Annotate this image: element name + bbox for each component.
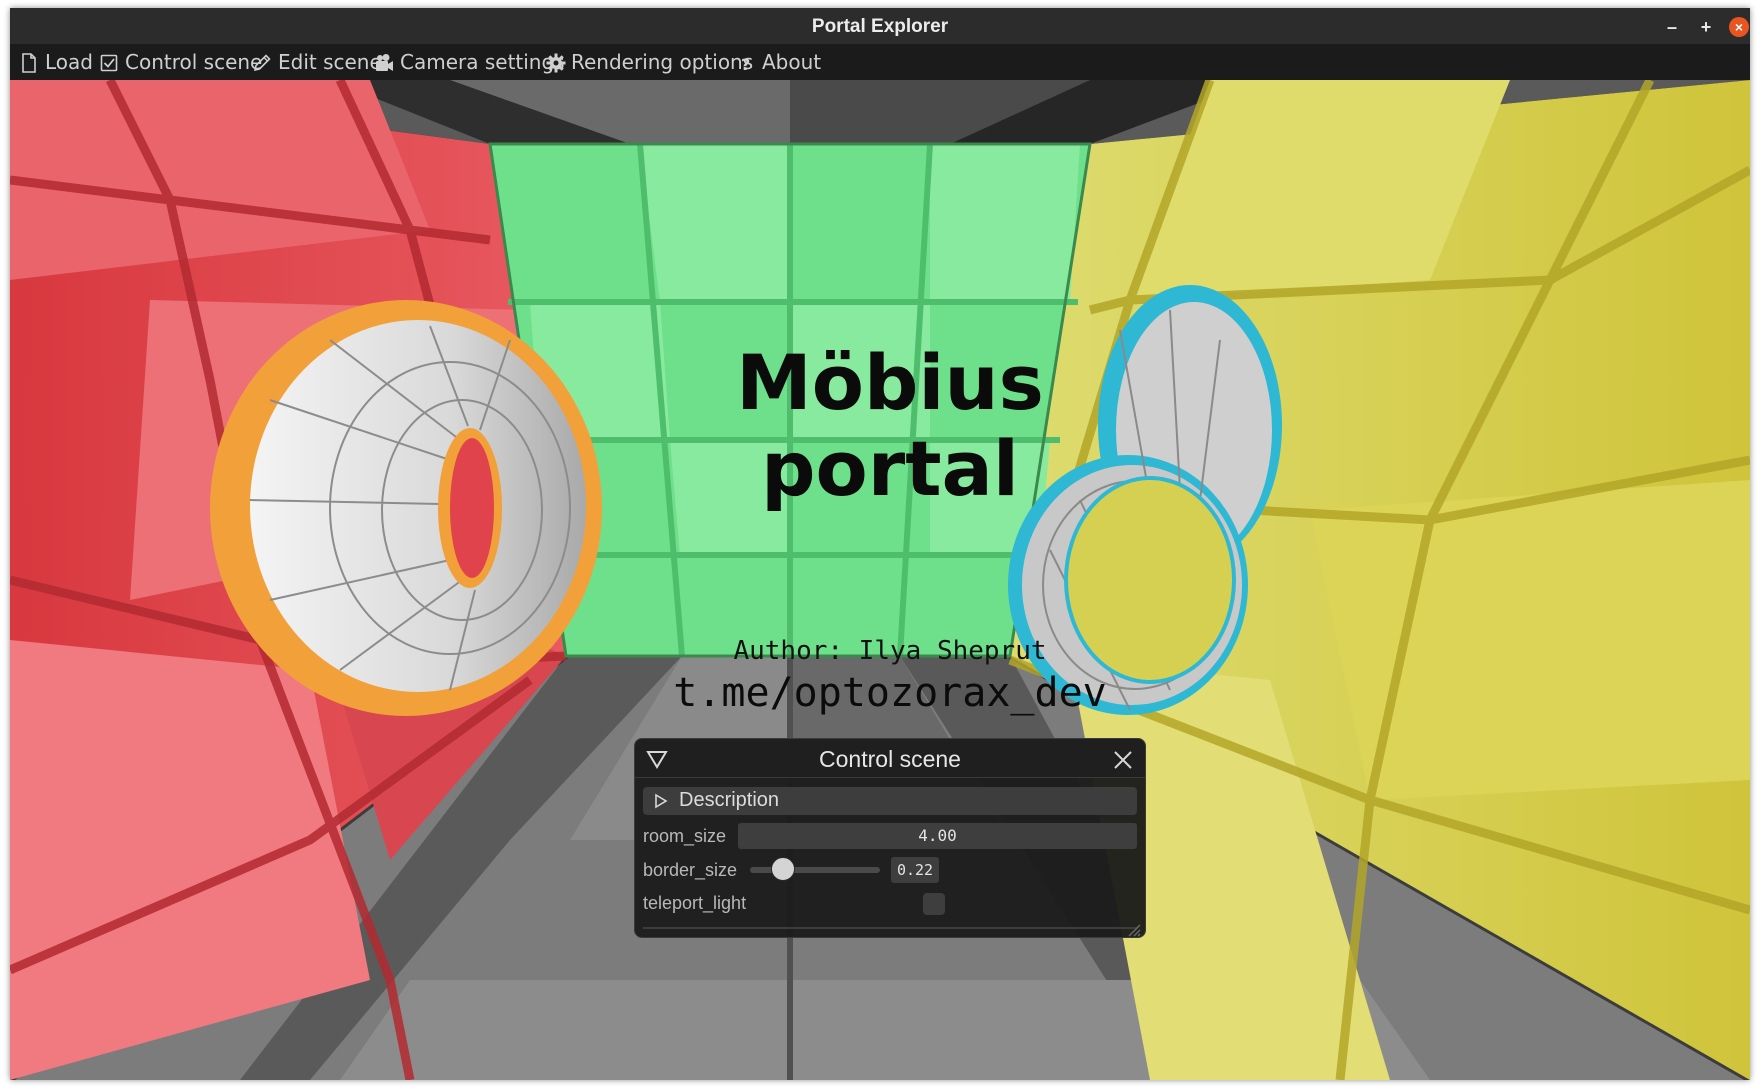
panel-title: Control scene [819,746,961,772]
control-scene-panel[interactable]: Control scene Description room_size 4.00… [634,738,1146,938]
description-label: Description [679,789,780,811]
expand-arrow-icon [655,793,668,809]
app-window: Portal Explorer – + × Load Control scene… [10,8,1750,1080]
menu-bar: Load Control scene Edit scene Camera set… [10,44,1750,81]
minimize-button[interactable]: – [1662,17,1682,37]
window-title: Portal Explorer [811,16,949,37]
panel-divider [643,927,1137,929]
border-size-value: 0.22 [896,861,934,879]
wall-tile [930,144,1080,302]
gear-icon [546,53,566,73]
scene-author: Author: Ilya Sheprut [733,636,1047,666]
title-bar[interactable]: Portal Explorer – + × [10,8,1750,44]
close-icon[interactable] [1112,749,1134,771]
description-collapsible[interactable]: Description [643,787,1137,815]
scene-link: t.me/optozorax_dev [673,670,1107,716]
border-size-slider-handle[interactable] [771,857,796,881]
menu-label-edit-scene: Edit scene [278,50,382,74]
close-button[interactable]: × [1729,17,1749,37]
menu-label-control-scene: Control scene [125,50,263,74]
scene-title-line2: portal [761,424,1019,513]
panel-header[interactable]: Control scene [635,739,1145,778]
menu-label-load: Load [45,50,93,74]
wall-tile [640,144,790,302]
left-portal [210,300,602,716]
svg-text:?: ? [741,55,750,73]
room-size-value: 4.00 [918,826,957,845]
question-icon: ? [741,55,750,73]
maximize-button[interactable]: + [1696,17,1716,37]
file-icon [22,53,36,73]
border-size-slider-track[interactable] [750,867,880,873]
camera-icon [376,54,393,71]
room-size-label: room_size [643,826,727,846]
teleport-light-label: teleport_light [643,893,747,913]
menu-label-camera-settings: Camera settings [400,50,565,74]
room-size-field[interactable]: 4.00 [738,823,1137,849]
menu-label-about: About [762,50,822,74]
scene-title: Möbius portal [610,340,1170,512]
menu-label-rendering-options: Rendering options [571,50,754,74]
checkbox-icon [100,54,118,72]
pencil-icon [253,54,271,72]
border-size-label: border_size [643,860,738,880]
border-size-field[interactable]: 0.22 [891,857,939,883]
resize-grip-icon[interactable] [1127,923,1141,937]
teleport-light-checkbox[interactable] [923,893,945,915]
scene-title-line1: Möbius [736,338,1044,427]
